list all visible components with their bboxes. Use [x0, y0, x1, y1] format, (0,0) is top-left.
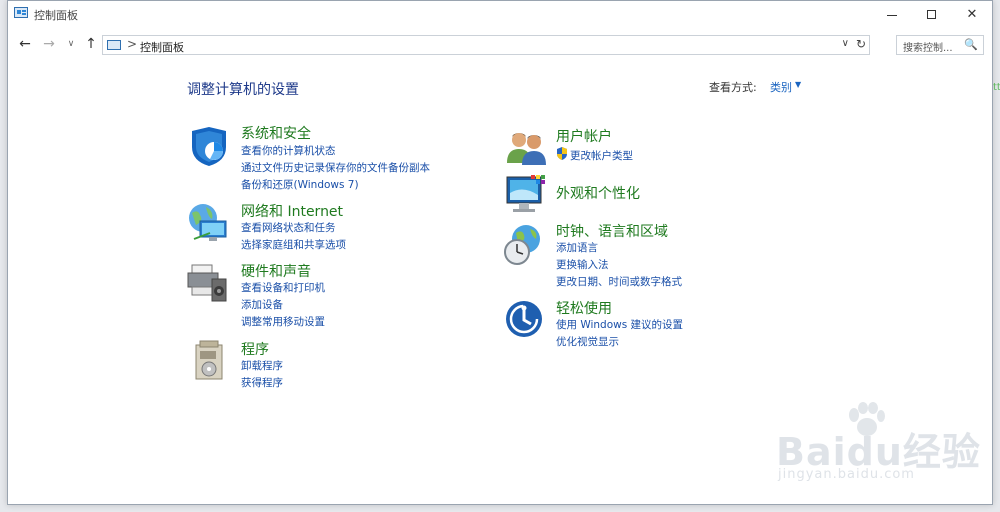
category-network-internet[interactable]: 网络和 Internet: [241, 201, 343, 221]
address-bar[interactable]: > 控制面板 ∨ ↻: [102, 35, 870, 55]
title-bar: 控制面板 ✕: [8, 1, 992, 29]
chevron-down-icon[interactable]: ∨: [842, 38, 849, 49]
control-panel-window: 控制面板 ✕ ← → ∨ ↑ > 控制面板 ∨ ↻ 搜索控制... 🔍 调整计算…: [7, 0, 993, 505]
minimize-button[interactable]: [872, 1, 912, 29]
link-date-time-format[interactable]: 更改日期、时间或数字格式: [556, 274, 682, 289]
link-file-history-backup[interactable]: 通过文件历史记录保存你的文件备份副本: [241, 160, 430, 175]
shield-icon[interactable]: [188, 125, 230, 167]
network-globe-icon[interactable]: [186, 201, 230, 245]
close-button[interactable]: ✕: [952, 1, 992, 29]
search-placeholder: 搜索控制...: [903, 43, 953, 54]
view-by-dropdown[interactable]: 类别: [770, 79, 792, 95]
category-system-security[interactable]: 系统和安全: [241, 123, 311, 143]
link-get-programs[interactable]: 获得程序: [241, 375, 283, 390]
navigation-bar: ← → ∨ ↑ > 控制面板 ∨ ↻ 搜索控制... 🔍: [8, 31, 992, 57]
search-icon[interactable]: 🔍: [964, 38, 978, 51]
link-network-status[interactable]: 查看网络状态和任务: [241, 220, 336, 235]
category-programs[interactable]: 程序: [241, 339, 269, 359]
maximize-button[interactable]: [912, 1, 952, 29]
link-change-input-method[interactable]: 更换输入法: [556, 257, 609, 272]
users-icon[interactable]: [505, 129, 547, 167]
category-hardware-sound[interactable]: 硬件和声音: [241, 261, 311, 281]
link-change-account-type[interactable]: 更改帐户类型: [570, 148, 633, 163]
control-panel-icon: [107, 40, 121, 50]
link-windows-recommended[interactable]: 使用 Windows 建议的设置: [556, 317, 683, 332]
programs-box-icon[interactable]: [190, 339, 230, 383]
page-title: 调整计算机的设置: [187, 82, 299, 98]
link-optimize-visual[interactable]: 优化视觉显示: [556, 334, 619, 349]
clock-globe-icon[interactable]: [502, 223, 546, 267]
link-homegroup-sharing[interactable]: 选择家庭组和共享选项: [241, 237, 346, 252]
monitor-palette-icon[interactable]: [505, 173, 549, 217]
uac-shield-icon: [557, 147, 567, 160]
breadcrumb-control-panel[interactable]: 控制面板: [140, 39, 184, 55]
link-mobility-settings[interactable]: 调整常用移动设置: [241, 314, 325, 329]
link-uninstall-program[interactable]: 卸载程序: [241, 358, 283, 373]
control-panel-icon: [14, 7, 28, 18]
search-input[interactable]: 搜索控制... 🔍: [896, 35, 984, 55]
link-view-computer-status[interactable]: 查看你的计算机状态: [241, 143, 336, 158]
forward-arrow-icon[interactable]: →: [40, 35, 58, 53]
window-title: 控制面板: [34, 9, 78, 22]
back-arrow-icon[interactable]: ←: [16, 35, 34, 53]
refresh-icon[interactable]: ↻: [856, 37, 866, 51]
link-devices-printers[interactable]: 查看设备和打印机: [241, 280, 325, 295]
breadcrumb-separator: >: [127, 37, 138, 51]
link-backup-restore[interactable]: 备份和还原(Windows 7): [241, 177, 359, 192]
printer-speaker-icon[interactable]: [186, 261, 230, 305]
baidu-watermark-url: jingyan.baidu.com: [778, 467, 915, 482]
view-by-label: 查看方式:: [709, 81, 757, 94]
ease-of-access-icon[interactable]: [504, 299, 544, 339]
category-user-accounts[interactable]: 用户帐户: [556, 126, 612, 146]
link-add-device[interactable]: 添加设备: [241, 297, 283, 312]
category-ease-of-access[interactable]: 轻松使用: [556, 298, 612, 318]
background-window-text: tt: [993, 82, 1000, 93]
category-clock-language-region[interactable]: 时钟、语言和区域: [556, 221, 668, 241]
recent-locations-chevron-icon[interactable]: ∨: [62, 35, 80, 53]
up-arrow-icon[interactable]: ↑: [82, 35, 100, 53]
category-appearance[interactable]: 外观和个性化: [556, 183, 640, 203]
caret-down-icon[interactable]: ▼: [795, 80, 801, 89]
link-add-language[interactable]: 添加语言: [556, 240, 598, 255]
